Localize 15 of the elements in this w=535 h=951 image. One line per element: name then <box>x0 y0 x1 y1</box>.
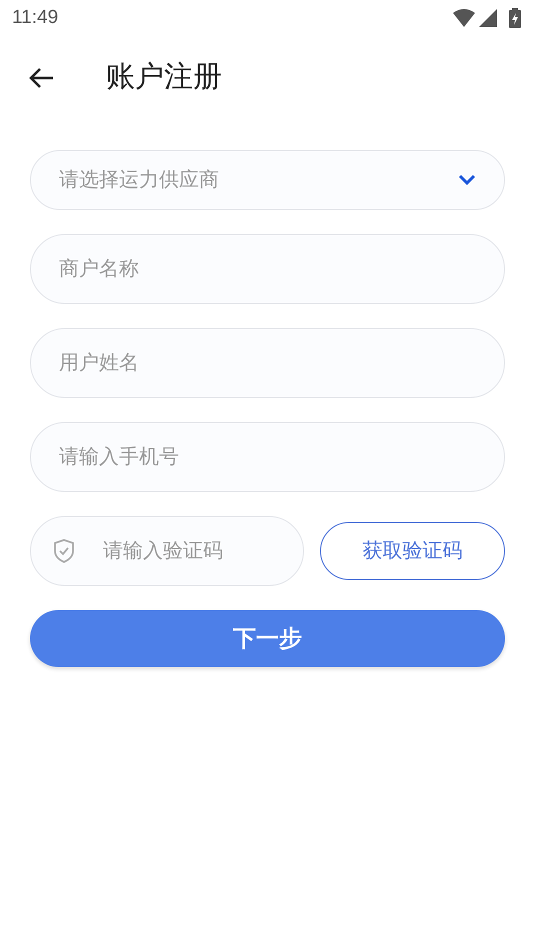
page-title: 账户注册 <box>106 60 222 96</box>
status-time: 11:49 <box>12 6 58 30</box>
wifi-icon <box>453 9 475 27</box>
next-button[interactable]: 下一步 <box>30 610 505 667</box>
code-input-field[interactable]: 请输入验证码 <box>30 516 304 586</box>
shield-check-icon <box>52 538 76 564</box>
chevron-down-icon <box>458 174 476 186</box>
input-field[interactable]: 请输入手机号 <box>30 422 505 492</box>
back-icon[interactable] <box>28 67 54 89</box>
battery-icon <box>509 8 521 28</box>
signal-icon <box>479 9 497 27</box>
input-field[interactable]: 商户名称 <box>30 234 505 304</box>
supplier-dropdown[interactable]: 请选择运力供应商 <box>30 150 505 210</box>
input-field[interactable]: 用户姓名 <box>30 328 505 398</box>
get-code-button[interactable]: 获取验证码 <box>320 522 505 580</box>
